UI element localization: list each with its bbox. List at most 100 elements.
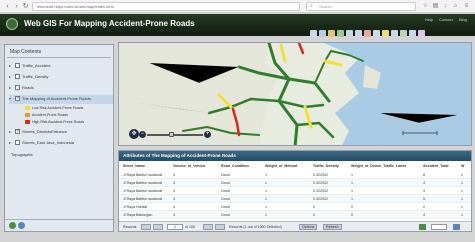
print-tool-icon[interactable] <box>400 30 407 37</box>
cell: 1 <box>351 173 353 177</box>
layer-checkbox[interactable] <box>15 85 20 91</box>
menu-icon[interactable]: ≡ <box>463 3 470 10</box>
cell: 4 <box>423 213 425 217</box>
contact-link[interactable]: Contact <box>439 17 453 22</box>
layer-accident-prone-roads[interactable]: ▾ ✓ The Mapping of Accident-Prone Roads <box>9 95 113 104</box>
column-header[interactable]: Accident_Total <box>423 162 449 170</box>
refresh-button[interactable]: Refresh <box>323 224 342 230</box>
bookmark-star-icon[interactable]: ☆ <box>422 3 429 10</box>
expand-icon[interactable]: ▸ <box>9 62 13 69</box>
column-header[interactable]: Weight_of_Dense_Traffic_Lanes <box>351 162 406 170</box>
download-icon[interactable]: ↓ <box>442 3 449 10</box>
options-button[interactable]: Options <box>299 224 318 230</box>
zoom-out-icon[interactable]: − <box>139 131 146 138</box>
legend-label: Low Risk Accident-Prone Roads <box>32 106 84 110</box>
zoom-to-input[interactable] <box>431 224 447 230</box>
last-page-button[interactable] <box>215 224 225 230</box>
cell: 3 <box>173 213 175 217</box>
home-icon[interactable]: ⌂ <box>452 3 459 10</box>
legend-label: Accident-Prone Roads <box>32 113 68 117</box>
export-icon[interactable] <box>419 224 426 230</box>
table-row[interactable]: Jl Raya Babtun sudamat 3 Good 1 0.322932… <box>119 179 471 187</box>
zoom-track[interactable] <box>147 134 203 136</box>
layer-traffic-density[interactable]: ▸ Traffic_Density <box>9 73 113 82</box>
cell: 1 <box>265 205 267 209</box>
browser-toolbar: ‹ › ↻ microsoft https://web.ai-site/map/… <box>0 0 475 13</box>
expand-icon[interactable]: ▸ <box>9 73 13 80</box>
layer-checkbox[interactable] <box>15 63 20 69</box>
layer-checkbox[interactable] <box>15 140 20 146</box>
map-contents-panel: Map Contents ▸ Traffic_Accident ▸ Traffic_… <box>4 44 114 232</box>
table-row[interactable]: Jl Raya Babtun sudamat 3 Good 1 0.322932… <box>119 195 471 203</box>
column-header[interactable]: Traffic_Density <box>313 162 339 170</box>
layers-toggle-icon[interactable] <box>18 222 25 229</box>
column-header[interactable]: W <box>461 162 464 170</box>
zoom-in-icon[interactable]: + <box>204 131 211 138</box>
zoom-thumb[interactable] <box>169 132 174 137</box>
cell: 1 <box>461 197 463 201</box>
cell: 1 <box>351 189 353 193</box>
divider <box>7 57 111 58</box>
cell: Good <box>221 213 230 217</box>
cell: 1 <box>351 181 353 185</box>
pan-control-icon[interactable]: ✥ <box>129 129 139 139</box>
basemap-tool-icon[interactable] <box>418 30 425 37</box>
layer-roads[interactable]: ▸ Roads <box>9 84 113 93</box>
expand-icon[interactable]: ▸ <box>9 84 13 91</box>
next-extent-tool-icon[interactable] <box>355 30 362 37</box>
layer-streets-districts[interactable]: ▸ ✓ Streets_DistrictsEntrance <box>9 128 113 137</box>
cell: Jl Raya Babtun sudamat <box>123 181 163 185</box>
clear-tool-icon[interactable] <box>391 30 398 37</box>
next-page-button[interactable] <box>203 224 213 230</box>
map-view[interactable]: ✥ − + <box>118 42 472 146</box>
reload-icon[interactable]: ↻ <box>21 2 30 11</box>
collapse-icon[interactable]: ▾ <box>9 95 13 102</box>
column-header[interactable]: Volume_of_Vehicle <box>173 162 206 170</box>
zoom-to-selection-icon[interactable] <box>453 224 460 230</box>
identify-tool-icon[interactable] <box>364 30 371 37</box>
layer-streets-east-java[interactable]: ▸ Streets_East Java_Indonesia <box>9 139 113 148</box>
cell: 0.322932 <box>313 173 328 177</box>
legend-toggle-icon[interactable] <box>9 222 16 229</box>
address-text: microsoft https://web.ai-site/map/index.… <box>37 4 114 9</box>
forward-icon[interactable]: › <box>12 2 21 11</box>
pan-tool-icon[interactable] <box>328 30 335 37</box>
zoom-out-tool-icon[interactable] <box>319 30 326 37</box>
basemap-topographic[interactable]: Topographic <box>11 151 115 160</box>
table-row[interactable]: Jl Raya Babtun sudamat 3 Good 1 0.322932… <box>119 171 471 179</box>
layer-checkbox[interactable]: ✓ <box>15 96 20 102</box>
expand-icon[interactable]: ▸ <box>9 139 13 146</box>
expand-icon[interactable]: ▸ <box>9 128 13 135</box>
blog-link[interactable]: Blog <box>459 17 467 22</box>
select-tool-icon[interactable] <box>382 30 389 37</box>
layer-traffic-accident[interactable]: ▸ Traffic_Accident <box>9 62 113 71</box>
previous-extent-tool-icon[interactable] <box>346 30 353 37</box>
back-icon[interactable]: ‹ <box>3 2 12 11</box>
table-row[interactable]: Jl Raya Harisal 4 Good 1 0 0 2 1 <box>119 203 471 211</box>
pager-label: Records <box>123 225 137 229</box>
first-page-button[interactable] <box>141 224 151 230</box>
library-icon[interactable]: ▤ <box>432 3 439 10</box>
column-header[interactable]: Weight_of_Method <box>265 162 297 170</box>
help-link[interactable]: Help <box>425 17 433 22</box>
page-number-input[interactable]: 1 <box>167 224 183 230</box>
layer-checkbox[interactable] <box>15 74 20 80</box>
column-header[interactable]: Street_Name <box>123 162 145 170</box>
cell: 1 <box>461 205 463 209</box>
browser-search[interactable]: ⌕ Search <box>306 2 416 11</box>
bookmark-tool-icon[interactable] <box>409 30 416 37</box>
column-header[interactable]: Road_Condition <box>221 162 249 170</box>
table-row[interactable]: Jl Raya Babtun sudamat 3 Good 1 0.322932… <box>119 187 471 195</box>
full-extent-tool-icon[interactable] <box>337 30 344 37</box>
app-title: Web GIS For Mapping Accident-Prone Roads <box>24 19 195 28</box>
cell: 8 <box>423 173 425 177</box>
address-bar[interactable]: microsoft https://web.ai-site/map/index.… <box>32 2 300 11</box>
zoom-in-tool-icon[interactable] <box>310 30 317 37</box>
measure-tool-icon[interactable] <box>373 30 380 37</box>
cell: Jl Raya Harisal <box>123 205 148 209</box>
table-row[interactable]: Jl Raya Babungan 3 Good 1 0 0 4 1 <box>119 211 471 219</box>
layer-checkbox[interactable]: ✓ <box>15 129 20 135</box>
prev-page-button[interactable] <box>153 224 163 230</box>
zoom-slider[interactable]: − + <box>139 131 211 138</box>
cell: 3 <box>173 173 175 177</box>
